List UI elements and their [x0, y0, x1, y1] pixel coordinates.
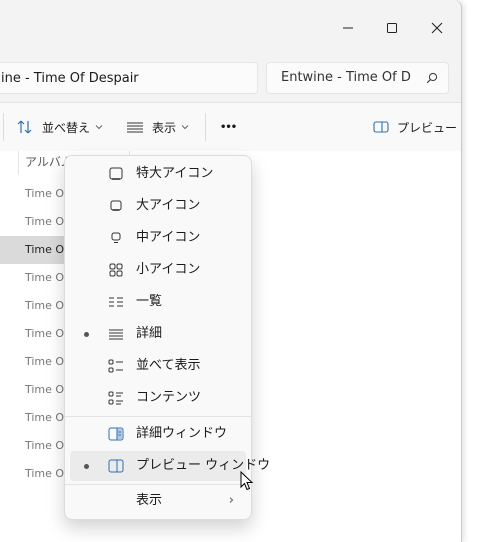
small-icons-icon	[109, 263, 123, 277]
sort-icon	[17, 120, 32, 134]
menu-item-details[interactable]: 詳細	[70, 319, 246, 349]
preview-pane-icon	[108, 459, 124, 473]
menu-item-label: 特大アイコン	[136, 166, 214, 181]
more-options-button[interactable]: •••	[220, 103, 237, 151]
menu-item-details-pane[interactable]: 詳細ウィンドウ	[70, 419, 246, 449]
large-icons-icon	[110, 200, 122, 211]
list-item-label: Time Of	[25, 215, 68, 228]
medium-icons-icon	[111, 232, 121, 243]
mouse-cursor-icon	[240, 471, 254, 491]
menu-item-extra-large-icons[interactable]: 特大アイコン	[70, 159, 246, 189]
menu-item-tiles[interactable]: 並べて表示	[70, 351, 246, 381]
list-item-label: Time Of	[25, 439, 68, 452]
path-field[interactable]: ine - Time Of Despair	[0, 62, 258, 94]
sort-button[interactable]: 並べ替え	[16, 103, 103, 151]
view-icon	[127, 122, 143, 133]
view-label: 表示	[152, 120, 177, 135]
menu-item-label: コンテンツ	[136, 390, 202, 405]
checked-bullet-icon	[84, 332, 89, 337]
list-item-label: Time Of	[25, 271, 68, 284]
menu-item-label: 並べて表示	[136, 358, 201, 373]
more-icon: •••	[220, 121, 237, 133]
menu-item-label: 大アイコン	[136, 198, 201, 213]
preview-button[interactable]: プレビュー	[373, 103, 457, 151]
maximize-button[interactable]	[370, 8, 414, 48]
list-item-label: Time Of	[25, 187, 68, 200]
extra-large-icons-icon	[109, 167, 123, 180]
menu-divider	[65, 484, 251, 485]
menu-item-label: 表示	[136, 493, 163, 508]
list-item-label: Time Of	[25, 327, 68, 340]
chevron-down-icon	[181, 125, 189, 130]
list-item-label: Time Of	[25, 467, 68, 480]
address-bar: ine - Time Of Despair Entwine - Time Of …	[0, 56, 461, 102]
search-value: Entwine - Time Of D	[281, 70, 411, 85]
chevron-right-icon: ›	[228, 493, 234, 508]
menu-item-small-icons[interactable]: 小アイコン	[70, 255, 246, 285]
content-icon	[108, 391, 123, 405]
close-icon	[431, 22, 443, 34]
list-item-label: Time Of	[25, 383, 68, 396]
preview-pane-icon	[373, 121, 389, 133]
view-dropdown-menu: 特大アイコン 大アイコン 中アイコン 小アイコン 一覧 詳細 並べて表示 コンテ…	[64, 155, 270, 520]
maximize-icon	[387, 23, 397, 33]
path-text: ine - Time Of Despair	[1, 71, 139, 86]
title-bar	[0, 0, 461, 56]
menu-divider	[65, 416, 251, 417]
menu-item-label: 小アイコン	[136, 262, 201, 277]
menu-item-label: 中アイコン	[136, 230, 201, 245]
list-item-label: Time Of	[25, 299, 68, 312]
tiles-icon	[108, 359, 123, 373]
close-button[interactable]	[415, 8, 459, 48]
menu-item-content[interactable]: コンテンツ	[70, 383, 246, 413]
chevron-down-icon	[95, 125, 103, 130]
view-button[interactable]: 表示	[126, 103, 189, 151]
list-item-label: Time Of	[25, 411, 68, 424]
menu-item-label: 一覧	[136, 294, 163, 309]
details-pane-icon	[108, 427, 124, 441]
list-item-label: Time Of	[25, 355, 68, 368]
menu-item-label: 詳細ウィンドウ	[136, 426, 228, 441]
menu-item-preview-pane[interactable]: プレビュー ウィンドウ	[70, 451, 270, 481]
checked-bullet-icon	[84, 464, 89, 469]
preview-label: プレビュー	[397, 120, 458, 135]
menu-item-large-icons[interactable]: 大アイコン	[70, 191, 246, 221]
command-bar: 並べ替え 表示 ••• プレビュー	[0, 102, 461, 152]
menu-item-show-submenu[interactable]: 表示 ›	[70, 486, 246, 516]
sort-label: 並べ替え	[42, 120, 91, 135]
search-field[interactable]: Entwine - Time Of D	[266, 62, 449, 94]
details-icon	[109, 329, 123, 340]
list-icon	[109, 297, 123, 307]
menu-item-list[interactable]: 一覧	[70, 287, 246, 317]
toolbar-divider	[3, 113, 4, 141]
menu-item-label: 詳細	[136, 326, 163, 341]
minimize-icon	[343, 27, 353, 29]
search-icon	[426, 72, 438, 84]
menu-item-medium-icons[interactable]: 中アイコン	[70, 223, 246, 253]
toolbar-divider	[205, 113, 206, 141]
minimize-button[interactable]	[326, 8, 370, 48]
list-item-label: Time Of	[25, 243, 68, 256]
